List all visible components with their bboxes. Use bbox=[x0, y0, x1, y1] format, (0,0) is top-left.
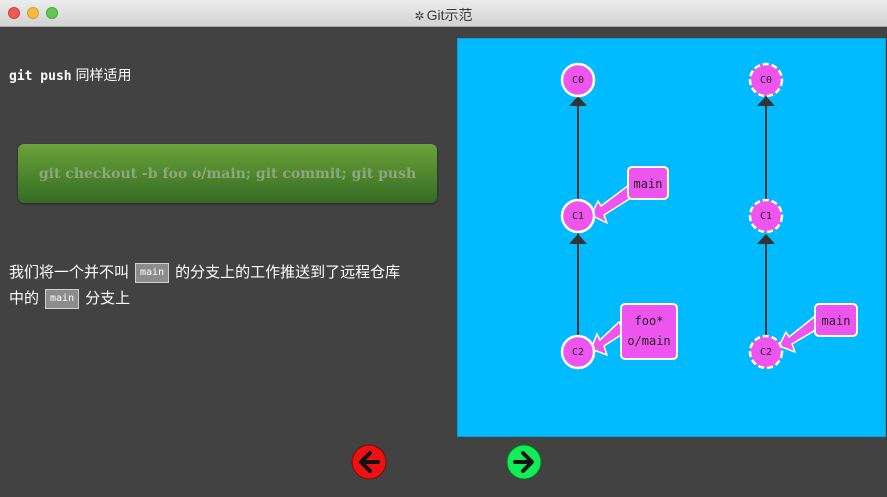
local-commit-c0-label: C0 bbox=[572, 75, 584, 86]
back-button[interactable] bbox=[351, 444, 387, 480]
local-arrowhead-c1 bbox=[569, 234, 587, 244]
intro-text: 同样适用 bbox=[75, 67, 132, 83]
para-text-4: 分支上 bbox=[85, 290, 131, 307]
command-text: git checkout -b foo o/main; git commit; … bbox=[38, 165, 417, 182]
inline-code-main-1: main bbox=[135, 263, 170, 283]
para-text-1: 我们将一个并不叫 bbox=[9, 264, 130, 281]
remote-commit-c2-label: C2 bbox=[760, 347, 772, 358]
remote-branch-main-label: main bbox=[822, 314, 851, 328]
window-title-text: Git示范 bbox=[426, 7, 473, 23]
command-box[interactable]: git checkout -b foo o/main; git commit; … bbox=[18, 144, 437, 203]
local-branch-foo-origin-main[interactable]: foo* o/main bbox=[620, 303, 678, 360]
remote-arrowhead-c1 bbox=[757, 234, 775, 244]
local-branch-main[interactable]: main bbox=[627, 166, 669, 200]
title-bar: ✲ Git示范 bbox=[0, 0, 887, 27]
local-commit-c1-label: C1 bbox=[572, 211, 584, 222]
inline-code-main-2: main bbox=[45, 289, 80, 309]
remote-commit-c1-label: C1 bbox=[760, 211, 772, 222]
lesson-intro: git push 同样适用 bbox=[9, 65, 132, 85]
gear-icon: ✲ bbox=[414, 9, 425, 23]
intro-command: git push bbox=[9, 69, 72, 84]
lesson-panel: git push 同样适用 git checkout -b foo o/main… bbox=[0, 28, 450, 497]
git-visualization: C0 C1 C2 C0 C1 C2 main foo* o/main main bbox=[457, 38, 886, 437]
local-commit-c1[interactable]: C1 bbox=[560, 198, 596, 234]
remote-main-branch-arrow bbox=[777, 315, 820, 354]
remote-branch-main[interactable]: main bbox=[814, 303, 858, 337]
para-text-3: 中的 bbox=[9, 290, 40, 307]
local-commit-c2-label: C2 bbox=[572, 347, 584, 358]
para-text-2: 的分支上的工作推送到了远程仓库 bbox=[175, 264, 401, 281]
remote-commit-c0[interactable]: C0 bbox=[748, 62, 784, 98]
local-commit-c2[interactable]: C2 bbox=[560, 334, 596, 370]
local-branch-main-label: main bbox=[634, 177, 663, 191]
forward-button[interactable] bbox=[506, 444, 542, 480]
local-branch-origin-main-label: o/main bbox=[627, 334, 670, 348]
window-title: ✲ Git示范 bbox=[0, 5, 887, 25]
local-branch-foo-label: foo* bbox=[635, 314, 664, 328]
remote-commit-c1[interactable]: C1 bbox=[748, 198, 784, 234]
local-commit-c0[interactable]: C0 bbox=[560, 62, 596, 98]
local-foo-branch-arrow bbox=[590, 320, 625, 357]
remote-arrowhead-c0 bbox=[757, 96, 775, 106]
local-arrowhead-c0 bbox=[569, 96, 587, 106]
lesson-paragraph: 我们将一个并不叫 main 的分支上的工作推送到了远程仓库 中的 main 分支上 bbox=[9, 260, 439, 312]
remote-commit-c0-label: C0 bbox=[760, 75, 772, 86]
remote-commit-c2[interactable]: C2 bbox=[748, 334, 784, 370]
